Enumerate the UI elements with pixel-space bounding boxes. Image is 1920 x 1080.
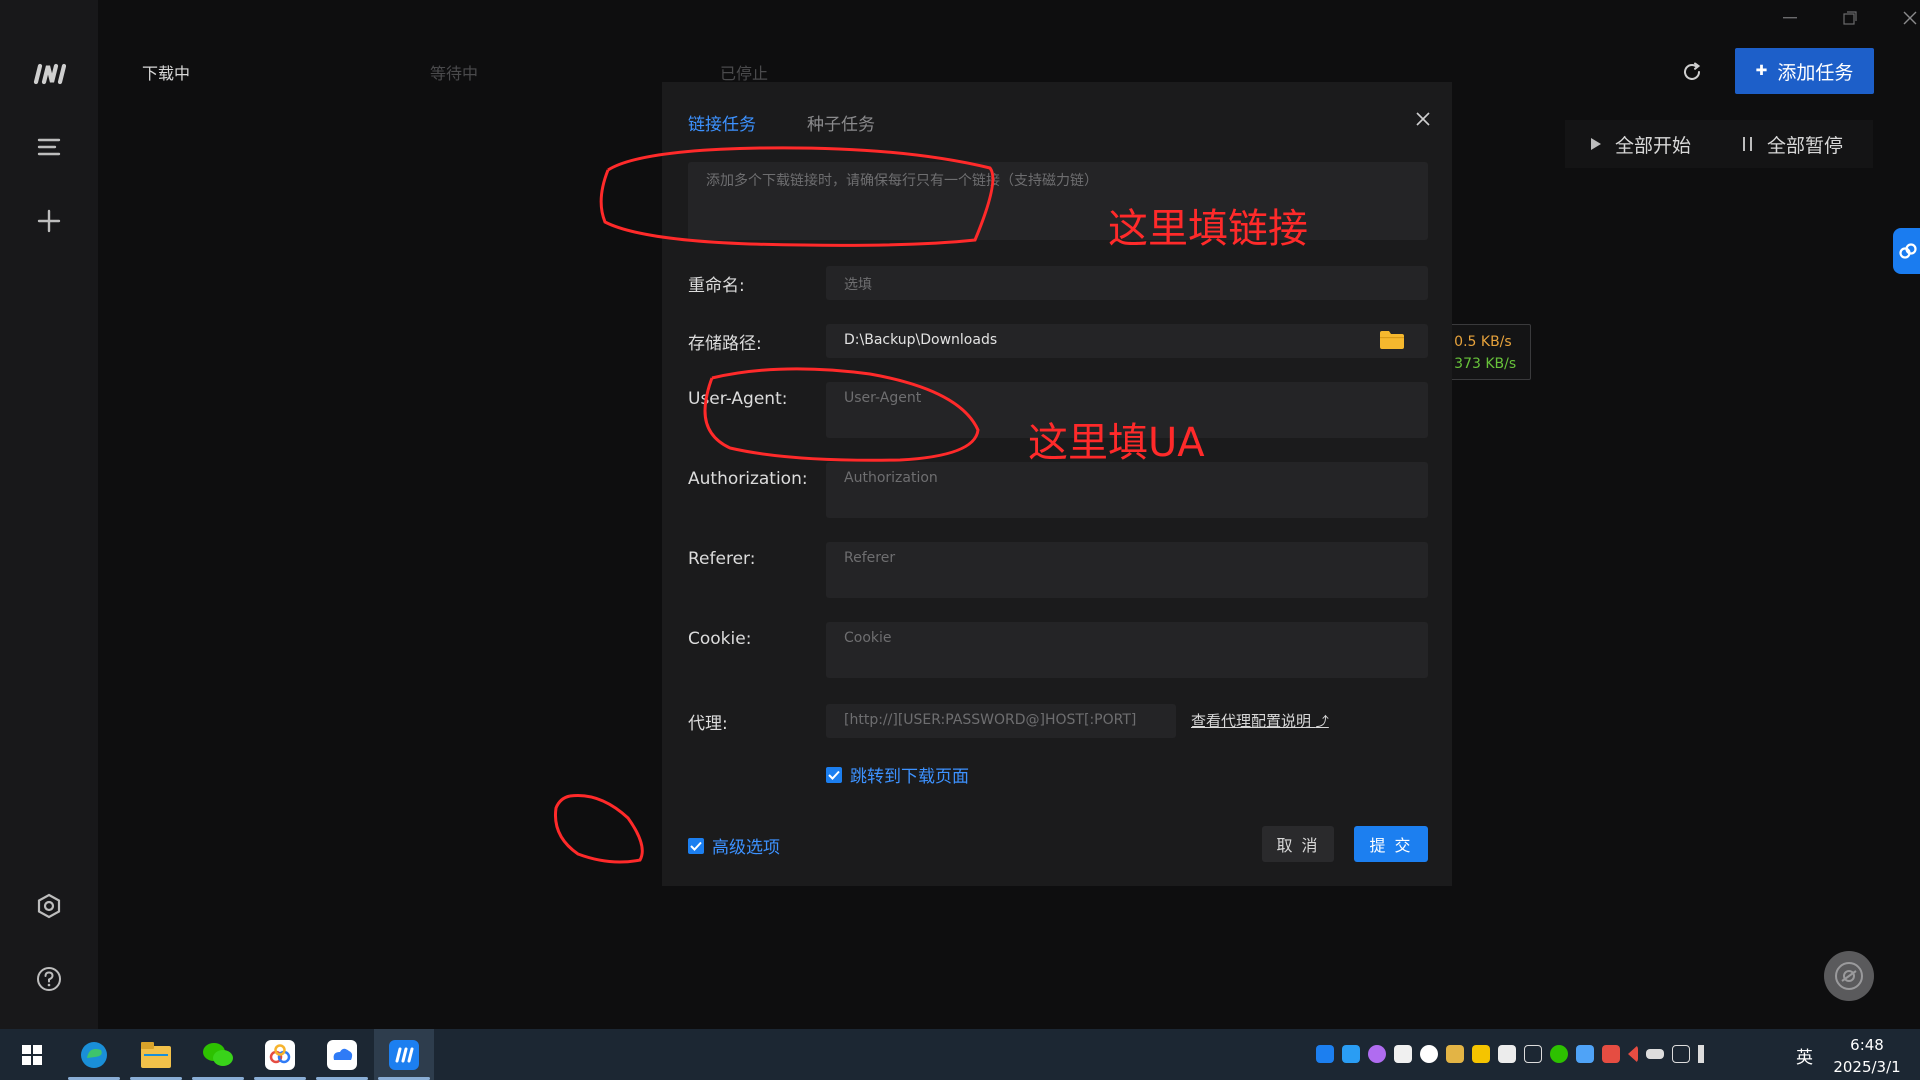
clock[interactable]: 6:48 2025/3/1 (1822, 1034, 1912, 1078)
tray-app-icon[interactable] (1342, 1045, 1360, 1063)
add-icon[interactable] (29, 201, 69, 241)
menu-icon[interactable] (29, 127, 69, 167)
add-task-button[interactable]: ✚ 添加任务 (1735, 48, 1874, 94)
downloader-app-icon[interactable] (374, 1029, 434, 1080)
jump-label: 跳转到下载页面 (850, 767, 969, 787)
tray-game-icon[interactable] (1498, 1045, 1516, 1063)
tray-arrow-icon[interactable] (1628, 1045, 1638, 1063)
links-placeholder: 添加多个下载链接时，请确保每行只有一个链接（支持磁力链） (706, 173, 1098, 189)
ua-placeholder: User-Agent (844, 390, 922, 406)
edge-icon[interactable] (64, 1029, 124, 1080)
referer-input[interactable]: Referer (826, 542, 1428, 598)
baidu-netdisk-icon[interactable] (250, 1029, 310, 1080)
app-window: 下载中 等待中 已停止 ✚ 添加任务 全部开始 全部暂停 ↑ 0.5 KB/s … (0, 0, 1920, 1080)
refresh-icon[interactable] (1676, 56, 1708, 88)
start-all-button[interactable]: 全部开始 (1565, 120, 1717, 168)
floating-ball-icon[interactable] (1824, 951, 1874, 1001)
ua-label: User-Agent: (688, 389, 788, 409)
referer-label: Referer: (688, 549, 756, 569)
battery-icon[interactable] (1646, 1049, 1664, 1059)
tray-red-icon[interactable] (1602, 1045, 1620, 1063)
proxy-input[interactable]: [http://][USER:PASSWORD@]HOST[:PORT] (826, 704, 1176, 738)
tray-browser-icon[interactable] (1420, 1045, 1438, 1063)
check-icon (690, 841, 702, 851)
close-dialog-icon[interactable] (1410, 106, 1436, 132)
proxy-help-text: 查看代理配置说明 (1191, 712, 1312, 730)
add-task-dialog: 链接任务 种子任务 添加多个下载链接时，请确保每行只有一个链接（支持磁力链） 重… (662, 82, 1452, 886)
play-icon (1591, 138, 1601, 150)
start-icon[interactable] (2, 1029, 62, 1080)
tray-netdisk-icon[interactable] (1394, 1045, 1412, 1063)
taskbar: 英 6:48 2025/3/1 (0, 1029, 1920, 1080)
close-window-icon[interactable] (1890, 6, 1920, 30)
link-annotation-note: 这里填链接 (1108, 206, 1308, 252)
cookie-placeholder: Cookie (844, 630, 892, 646)
advanced-checkbox[interactable] (688, 837, 704, 854)
rename-input[interactable]: 选填 (826, 266, 1428, 300)
help-icon[interactable] (29, 959, 69, 999)
start-all-label: 全部开始 (1615, 134, 1692, 157)
wechat-icon[interactable] (188, 1029, 248, 1080)
check-icon (828, 770, 840, 780)
maximize-icon[interactable] (1830, 6, 1870, 30)
referer-placeholder: Referer (844, 550, 896, 566)
clock-date: 2025/3/1 (1833, 1058, 1901, 1076)
add-task-label: 添加任务 (1777, 61, 1854, 84)
app-logo (32, 62, 67, 86)
pause-icon (1743, 137, 1753, 151)
cookie-label: Cookie: (688, 629, 752, 649)
path-value: D:\Backup\Downloads (844, 332, 998, 348)
jump-checkbox-row[interactable]: 跳转到下载页面 (826, 762, 969, 787)
tab-downloading[interactable]: 下载中 (142, 60, 190, 84)
pause-all-label: 全部暂停 (1767, 134, 1844, 157)
tab-waiting[interactable]: 等待中 (430, 60, 478, 84)
jump-checkbox[interactable] (826, 766, 842, 783)
tray-window-icon[interactable] (1524, 1045, 1542, 1063)
task-tabs: 下载中 等待中 已停止 (98, 60, 898, 84)
path-input[interactable]: D:\Backup\Downloads (826, 324, 1428, 358)
plus-icon: ✚ (1755, 63, 1768, 79)
folder-icon[interactable] (1380, 331, 1404, 349)
clock-time: 6:48 (1850, 1036, 1884, 1054)
floating-link-icon[interactable] (1893, 228, 1920, 274)
cloud-drive-icon[interactable] (312, 1029, 372, 1080)
system-tray (1316, 1045, 1708, 1063)
pause-all-button[interactable]: 全部暂停 (1717, 120, 1869, 168)
proxy-help-link[interactable]: 查看代理配置说明 ⤴ (1191, 710, 1329, 731)
tray-cat-icon[interactable] (1368, 1045, 1386, 1063)
volume-icon[interactable] (1698, 1045, 1708, 1063)
file-explorer-icon[interactable] (126, 1029, 186, 1080)
advanced-label: 高级选项 (712, 838, 780, 858)
main-area: 下载中 等待中 已停止 ✚ 添加任务 全部开始 全部暂停 ↑ 0.5 KB/s … (98, 0, 1920, 1029)
proxy-label: 代理: (688, 714, 728, 734)
cancel-button[interactable]: 取 消 (1262, 826, 1334, 862)
rename-placeholder: 选填 (844, 277, 872, 293)
sidebar (0, 0, 98, 1029)
links-textarea[interactable]: 添加多个下载链接时，请确保每行只有一个链接（支持磁力链） (688, 162, 1428, 240)
auth-placeholder: Authorization (844, 470, 938, 486)
proxy-placeholder: [http://][USER:PASSWORD@]HOST[:PORT] (844, 712, 1137, 728)
tray-shield-icon[interactable] (1472, 1045, 1490, 1063)
path-label: 存储路径: (688, 334, 762, 354)
advanced-checkbox-row[interactable]: 高级选项 (688, 833, 780, 858)
external-link-icon: ⤴ (1315, 715, 1329, 730)
tab-stopped[interactable]: 已停止 (720, 60, 768, 84)
tab-torrent-task[interactable]: 种子任务 (807, 110, 875, 135)
cookie-input[interactable]: Cookie (826, 622, 1428, 678)
tray-wechat-icon[interactable] (1550, 1045, 1568, 1063)
minimize-icon[interactable] (1770, 6, 1810, 30)
network-icon[interactable] (1672, 1045, 1690, 1063)
tray-folder-icon[interactable] (1446, 1045, 1464, 1063)
submit-button[interactable]: 提 交 (1354, 826, 1428, 862)
rename-label: 重命名: (688, 276, 745, 296)
tab-link-task[interactable]: 链接任务 (688, 110, 756, 135)
auth-input[interactable]: Authorization (826, 462, 1428, 518)
settings-icon[interactable] (29, 886, 69, 926)
tray-downloader-icon[interactable] (1316, 1045, 1334, 1063)
bulk-actions: 全部开始 全部暂停 (1565, 120, 1873, 168)
tray-cloud-icon[interactable] (1576, 1045, 1594, 1063)
auth-label: Authorization: (688, 469, 808, 489)
ime-indicator[interactable]: 英 (1796, 1043, 1813, 1068)
ua-annotation-note: 这里填UA (1028, 420, 1205, 466)
